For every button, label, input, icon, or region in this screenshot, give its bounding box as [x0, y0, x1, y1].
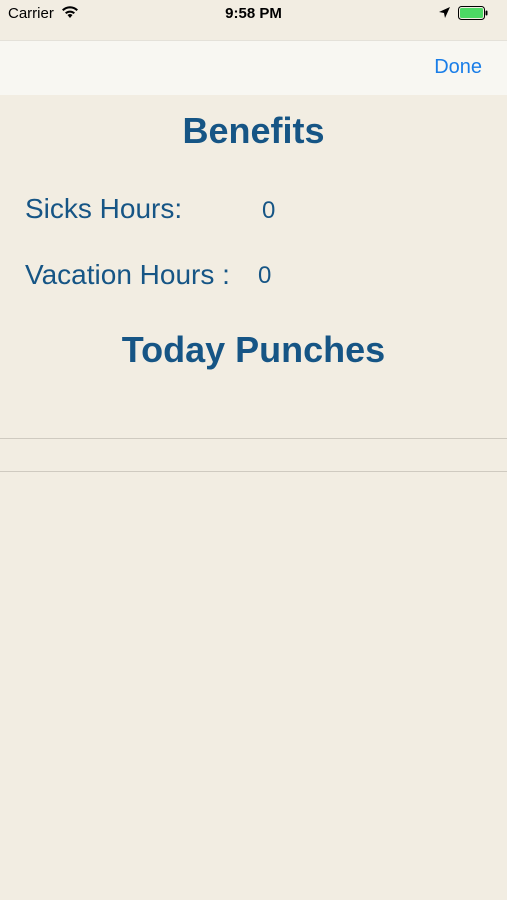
- battery-icon: [458, 6, 488, 24]
- status-bar: Carrier 9:58 PM: [0, 0, 507, 40]
- sick-hours-value: 0: [262, 197, 276, 224]
- today-punches-title: Today Punches: [121, 329, 386, 370]
- sick-hours-label: Sicks Hours:: [25, 193, 183, 224]
- status-time: 9:58 PM: [225, 5, 282, 22]
- vacation-hours-value: 0: [258, 262, 272, 289]
- benefits-title: Benefits: [182, 110, 325, 151]
- location-icon: [438, 6, 451, 23]
- done-button[interactable]: Done: [434, 56, 482, 79]
- punches-list-divider-bottom: [0, 471, 507, 472]
- navigation-bar: Done: [0, 40, 507, 95]
- vacation-hours-label: Vacation Hours :: [25, 259, 230, 290]
- punches-list-divider-top: [0, 438, 507, 439]
